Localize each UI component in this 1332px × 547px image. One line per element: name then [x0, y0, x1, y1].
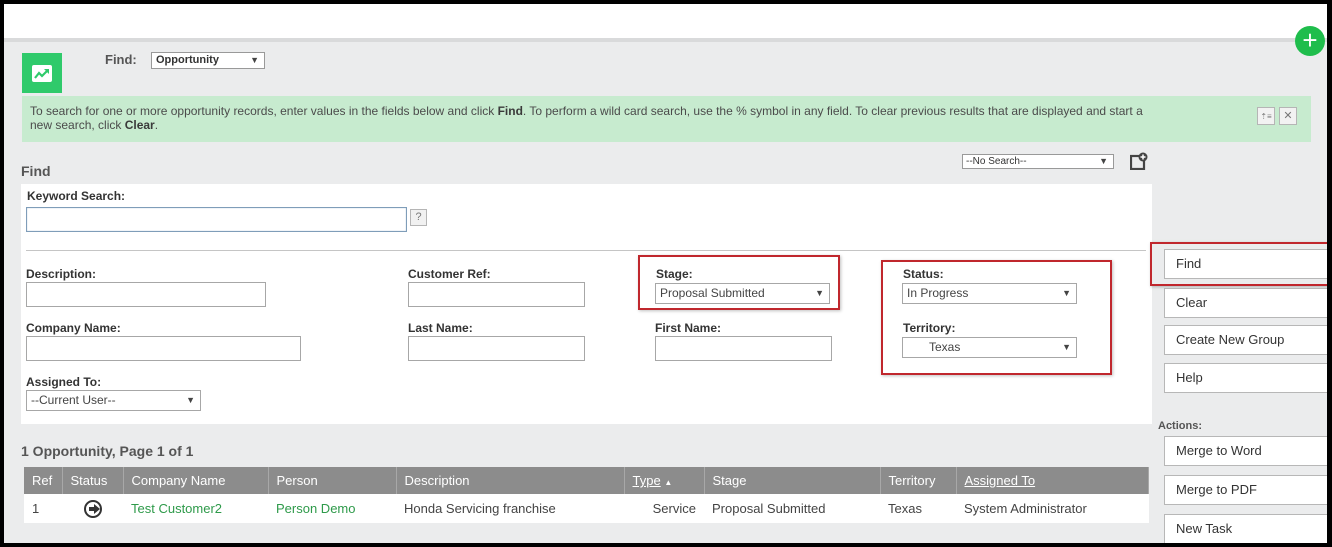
- column-header-company-name: Company Name: [123, 467, 269, 494]
- info-text: To search for one or more opportunity re…: [30, 104, 1143, 132]
- assigned-to-label: Assigned To:: [26, 375, 102, 389]
- table-row: 1 Test Customer2 Person Demo Honda Servi…: [24, 494, 1149, 523]
- find-button[interactable]: Find: [1164, 249, 1327, 279]
- add-new-button[interactable]: +: [1295, 26, 1325, 56]
- clear-button-label: Clear: [1176, 295, 1208, 310]
- arrow-right-circle-icon[interactable]: [83, 499, 102, 518]
- merge-to-word-button[interactable]: Merge to Word: [1164, 436, 1327, 466]
- column-header-type[interactable]: Type ▲: [624, 467, 705, 494]
- keyword-search-input[interactable]: [26, 207, 407, 232]
- cell-assigned-to: System Administrator: [956, 494, 1149, 523]
- description-label: Description:: [26, 267, 97, 281]
- cell-person[interactable]: Person Demo: [268, 494, 396, 523]
- last-name-input[interactable]: [408, 336, 585, 361]
- merge-pdf-label: Merge to PDF: [1176, 482, 1257, 497]
- app-window: + Find: Opportunity ▼ To search for one …: [4, 4, 1327, 543]
- chevron-down-icon: ▼: [186, 395, 195, 405]
- first-name-label: First Name:: [655, 321, 722, 335]
- cell-description: Honda Servicing franchise: [396, 494, 624, 523]
- saved-search-select[interactable]: --No Search-- ▼: [962, 154, 1114, 169]
- merge-word-label: Merge to Word: [1176, 443, 1262, 458]
- entity-type-select[interactable]: Opportunity ▼: [151, 52, 265, 69]
- column-header-assigned-to[interactable]: Assigned To: [956, 467, 1149, 494]
- table-footer-cell: [24, 523, 1149, 543]
- close-info-button[interactable]: ✕: [1279, 107, 1297, 125]
- find-section-title: Find: [21, 163, 51, 179]
- plus-icon: +: [1302, 25, 1318, 55]
- company-link[interactable]: Test Customer2: [131, 501, 222, 516]
- status-territory-highlight-box: [881, 260, 1112, 375]
- column-header-stage: Stage: [704, 467, 881, 494]
- keyword-search-label: Keyword Search:: [27, 189, 126, 203]
- find-button-label: Find: [1176, 256, 1202, 271]
- create-group-label: Create New Group: [1176, 332, 1285, 347]
- keyword-help-button[interactable]: ?: [410, 209, 427, 226]
- results-count-title: 1 Opportunity, Page 1 of 1: [21, 443, 194, 459]
- cell-status[interactable]: [62, 494, 123, 523]
- column-header-territory: Territory: [880, 467, 957, 494]
- actions-label: Actions:: [1158, 420, 1202, 432]
- form-divider: [26, 250, 1146, 251]
- close-icon: ✕: [1283, 110, 1293, 122]
- description-input[interactable]: [26, 282, 266, 307]
- opportunity-entity-icon: [22, 53, 62, 93]
- help-button[interactable]: Help: [1164, 363, 1327, 393]
- info-banner: To search for one or more opportunity re…: [22, 96, 1311, 142]
- column-header-ref: Ref: [24, 467, 63, 494]
- table-header-row: Ref Status Company Name Person Descripti…: [24, 467, 1149, 494]
- create-new-group-button[interactable]: Create New Group: [1164, 325, 1327, 355]
- cell-ref: 1: [24, 494, 62, 523]
- company-name-label: Company Name:: [26, 321, 121, 335]
- column-header-description: Description: [396, 467, 625, 494]
- list-expand-icon: ⇡≡: [1260, 112, 1272, 121]
- column-header-person: Person: [268, 467, 397, 494]
- assigned-to-select[interactable]: --Current User-- ▼: [26, 390, 201, 411]
- customer-ref-input[interactable]: [408, 282, 585, 307]
- chevron-down-icon: ▼: [250, 55, 259, 65]
- cell-type: Service: [624, 494, 704, 523]
- table-footer-row: [24, 523, 1149, 543]
- help-icon: ?: [415, 211, 422, 223]
- assigned-to-value: --Current User--: [31, 393, 116, 407]
- sort-ascending-icon: ▲: [664, 478, 673, 487]
- first-name-input[interactable]: [655, 336, 832, 361]
- column-header-status: Status: [62, 467, 124, 494]
- merge-to-pdf-button[interactable]: Merge to PDF: [1164, 475, 1327, 505]
- results-table: Ref Status Company Name Person Descripti…: [24, 467, 1149, 543]
- cell-stage: Proposal Submitted: [704, 494, 880, 523]
- person-link[interactable]: Person Demo: [276, 501, 355, 516]
- saved-search-value: --No Search--: [966, 156, 1027, 167]
- top-bar: [4, 4, 1327, 42]
- chevron-down-icon: ▼: [1099, 156, 1108, 166]
- type-header-label: Type: [632, 473, 661, 488]
- expand-info-button[interactable]: ⇡≡: [1257, 107, 1275, 125]
- cell-territory: Texas: [880, 494, 956, 523]
- entity-type-value: Opportunity: [156, 54, 219, 66]
- trending-chart-icon: [34, 68, 49, 79]
- find-entity-label: Find:: [105, 52, 137, 67]
- help-button-label: Help: [1176, 370, 1203, 385]
- company-name-input[interactable]: [26, 336, 301, 361]
- assigned-to-header-label: Assigned To: [964, 473, 1036, 488]
- save-search-icon[interactable]: [1130, 152, 1148, 170]
- last-name-label: Last Name:: [408, 321, 473, 335]
- customer-ref-label: Customer Ref:: [408, 267, 491, 281]
- new-task-label: New Task: [1176, 521, 1233, 536]
- cell-company[interactable]: Test Customer2: [123, 494, 268, 523]
- clear-button[interactable]: Clear: [1164, 288, 1327, 318]
- new-task-button[interactable]: New Task: [1164, 514, 1327, 543]
- stage-highlight-box: [638, 255, 840, 310]
